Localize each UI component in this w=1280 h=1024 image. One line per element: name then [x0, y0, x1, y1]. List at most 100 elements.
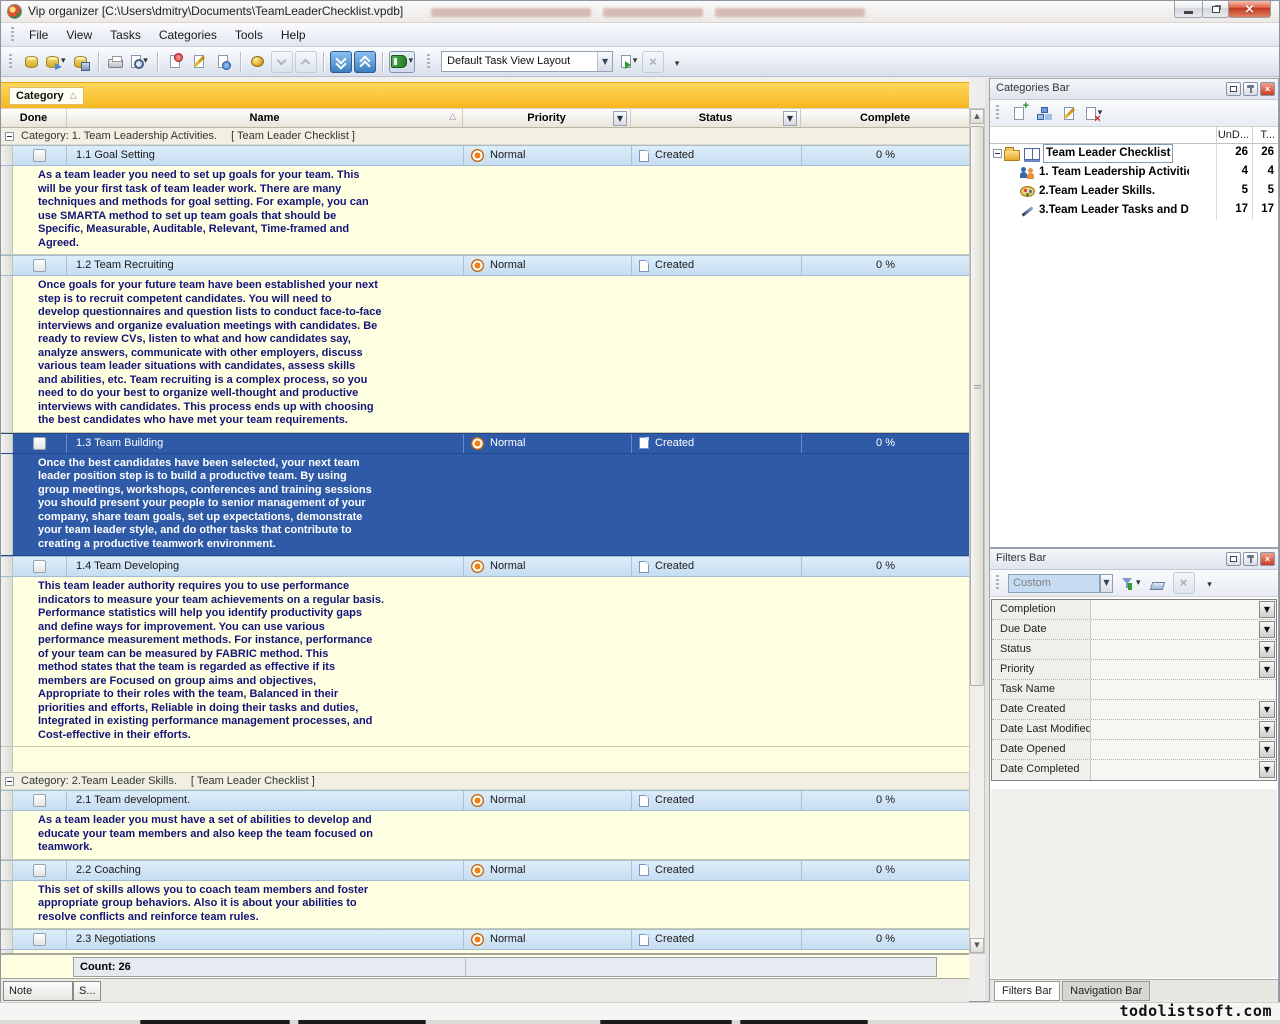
add-subcategory-button[interactable] — [1033, 102, 1055, 124]
category-tree-item[interactable]: 2.Team Leader Skills.55 — [990, 182, 1278, 201]
combo-dropdown-icon[interactable]: ▼ — [597, 52, 612, 71]
filter-value-field[interactable] — [1091, 680, 1276, 699]
restore-button[interactable] — [1202, 1, 1229, 18]
task-done-checkbox[interactable] — [33, 933, 46, 946]
apply-layout-button[interactable]: ▾ — [618, 51, 640, 73]
add-category-button[interactable] — [1008, 102, 1030, 124]
menu-help[interactable]: Help — [272, 25, 315, 45]
task-done-checkbox[interactable] — [33, 437, 46, 450]
category-tree-item[interactable]: 1. Team Leadership Activitie44 — [990, 163, 1278, 182]
menu-view[interactable]: View — [57, 25, 101, 45]
column-header-name[interactable]: Name△ — [67, 109, 463, 127]
categories-pin-button[interactable] — [1243, 82, 1258, 96]
expand-all-button[interactable] — [330, 51, 352, 73]
apply-filter-button[interactable]: ▾ — [1120, 572, 1143, 594]
category-group-row[interactable]: Category: 2.Team Leader Skills.[ Team Le… — [1, 773, 969, 790]
task-view-layout-combo[interactable]: Default Task View Layout ▼ — [441, 51, 613, 72]
task-row[interactable]: 2.1 Team development.NormalCreated0 % — [1, 790, 969, 811]
column-header-done[interactable]: Done — [1, 109, 67, 127]
filter-dropdown-icon[interactable]: ▼ — [1259, 641, 1275, 658]
filter-value-field[interactable] — [1091, 740, 1276, 759]
filter-dropdown-icon[interactable]: ▼ — [1259, 761, 1275, 778]
task-row[interactable]: 2.3 NegotiationsNormalCreated0 % — [1, 929, 969, 950]
filter-dropdown-icon[interactable]: ▼ — [1259, 621, 1275, 638]
filters-close-button[interactable]: × — [1260, 552, 1275, 566]
task-view-layout-button[interactable]: ▾ — [389, 51, 416, 73]
task-row[interactable]: 2.2 CoachingNormalCreated0 % — [1, 860, 969, 881]
collapse-tree-icon[interactable] — [993, 149, 1002, 158]
task-note-row[interactable]: As a team leader you must have a set of … — [1, 811, 969, 860]
edit-category-button[interactable] — [1058, 102, 1080, 124]
task-note-row[interactable]: Once the best candidates have been selec… — [1, 454, 969, 557]
move-task-down-button[interactable] — [271, 51, 293, 73]
task-done-checkbox[interactable] — [33, 864, 46, 877]
scroll-down-icon[interactable]: ▼ — [970, 938, 984, 953]
filter-value-field[interactable] — [1091, 720, 1276, 739]
menu-tasks[interactable]: Tasks — [101, 25, 150, 45]
close-button[interactable]: × — [1228, 1, 1271, 18]
print-button[interactable] — [105, 51, 127, 73]
delete-category-button[interactable]: ▾ — [1083, 102, 1105, 124]
menu-file[interactable]: File — [20, 25, 57, 45]
categories-close-button[interactable]: × — [1260, 82, 1275, 96]
task-row[interactable]: 1.1 Goal SettingNormalCreated0 % — [1, 145, 969, 166]
filter-value-field[interactable] — [1091, 760, 1276, 780]
collapse-all-button[interactable] — [354, 51, 376, 73]
filter-value-field[interactable] — [1091, 700, 1276, 719]
collapse-group-icon[interactable] — [5, 777, 14, 786]
tab-navigation-bar[interactable]: Navigation Bar — [1062, 981, 1150, 1001]
task-done-checkbox[interactable] — [33, 560, 46, 573]
status-filter-dropdown[interactable]: ▼ — [783, 111, 797, 126]
filter-dropdown-icon[interactable]: ▼ — [1259, 721, 1275, 738]
minimize-button[interactable] — [1174, 1, 1203, 18]
column-header-undone[interactable]: UnD... — [1216, 127, 1252, 144]
category-tree-item[interactable]: Team Leader Checklist2626 — [990, 144, 1278, 163]
categories-restore-button[interactable] — [1226, 82, 1241, 96]
task-done-checkbox[interactable] — [33, 149, 46, 162]
delete-layout-button[interactable] — [642, 51, 664, 73]
task-note-row[interactable]: As a team leader you need to set up goal… — [1, 166, 969, 255]
group-by-category-button[interactable]: Category △ — [9, 87, 84, 105]
filters-overflow-button[interactable] — [1199, 572, 1221, 594]
edit-task-button[interactable] — [188, 51, 210, 73]
collapse-group-icon[interactable] — [5, 132, 14, 141]
filter-value-field[interactable] — [1091, 640, 1276, 659]
category-group-row[interactable]: Category: 1. Team Leadership Activities.… — [1, 128, 969, 145]
open-database-button[interactable]: ▾ — [44, 51, 68, 73]
dropdown-caret-icon[interactable]: ▾ — [1136, 579, 1141, 588]
new-database-button[interactable] — [20, 51, 42, 73]
filters-pin-button[interactable] — [1243, 552, 1258, 566]
task-list-scrollbar[interactable]: ▲ ▼ — [969, 108, 985, 954]
combo-dropdown-icon[interactable]: ▼ — [1100, 574, 1113, 593]
tab-note[interactable]: Note — [3, 981, 73, 1001]
scroll-up-icon[interactable]: ▲ — [970, 109, 984, 124]
tab-filters-bar[interactable]: Filters Bar — [994, 981, 1060, 1001]
delete-filter-button[interactable] — [1173, 572, 1195, 594]
column-header-priority[interactable]: Priority▼ — [463, 109, 631, 127]
clear-filter-button[interactable] — [1147, 572, 1169, 594]
complete-task-button[interactable] — [247, 51, 269, 73]
menu-tools[interactable]: Tools — [226, 25, 272, 45]
dropdown-caret-icon[interactable]: ▾ — [409, 57, 414, 66]
task-note-row[interactable]: This team leader authority requires you … — [1, 577, 969, 747]
move-task-up-button[interactable] — [295, 51, 317, 73]
tab-s[interactable]: S... — [73, 981, 101, 1001]
category-tree-item[interactable]: 3.Team Leader Tasks and D1717 — [990, 201, 1278, 220]
menu-categories[interactable]: Categories — [150, 25, 226, 45]
save-database-button[interactable] — [70, 51, 92, 73]
task-done-checkbox[interactable] — [33, 794, 46, 807]
toolbar-overflow-button[interactable] — [666, 51, 688, 73]
task-done-checkbox[interactable] — [33, 259, 46, 272]
task-note-row[interactable]: This set of skills allows you to coach t… — [1, 881, 969, 930]
task-row[interactable]: 1.2 Team RecruitingNormalCreated0 % — [1, 255, 969, 276]
scrollbar-thumb[interactable] — [970, 126, 984, 686]
filter-dropdown-icon[interactable]: ▼ — [1259, 601, 1275, 618]
column-header-status[interactable]: Status▼ — [631, 109, 801, 127]
task-row[interactable]: 1.3 Team BuildingNormalCreated0 % — [1, 433, 969, 454]
filters-restore-button[interactable] — [1226, 552, 1241, 566]
priority-filter-dropdown[interactable]: ▼ — [613, 111, 627, 126]
task-note-row[interactable]: Once goals for your future team have bee… — [1, 276, 969, 433]
column-header-complete[interactable]: Complete — [801, 109, 969, 127]
filter-value-field[interactable] — [1091, 660, 1276, 679]
filter-value-field[interactable] — [1091, 600, 1276, 619]
